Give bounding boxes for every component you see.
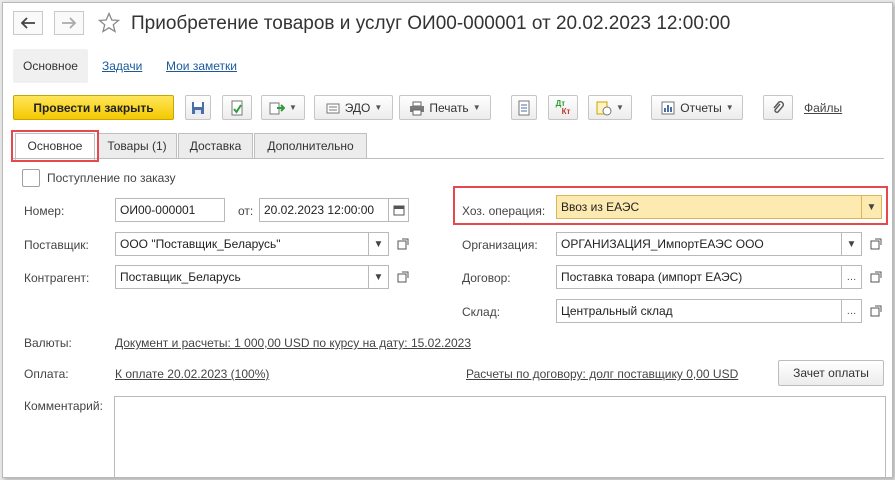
tab-divider (12, 158, 884, 159)
supplier-dropdown-button[interactable]: ▼ (369, 232, 389, 256)
post-and-close-button[interactable]: Провести и закрыть (13, 95, 174, 120)
number-label: Номер: (24, 204, 65, 218)
arrow-right-icon (62, 17, 77, 29)
save-icon (192, 101, 204, 114)
reports-button[interactable]: Отчеты ▼ (651, 95, 743, 120)
counterparty-field[interactable]: Поставщик_Беларусь (115, 265, 369, 289)
warehouse-open-button[interactable] (867, 302, 885, 320)
counterparty-label: Контрагент: (24, 271, 90, 285)
ellipsis-icon: … (846, 271, 857, 283)
edo-label: ЭДО (344, 100, 371, 115)
number-field[interactable]: ОИ00-000001 (115, 198, 225, 222)
tab-notes[interactable]: Мои заметки (166, 49, 237, 83)
date-field[interactable]: 20.02.2023 12:00:00 (259, 198, 389, 222)
supplier-label: Поставщик: (24, 238, 89, 252)
open-icon (870, 271, 882, 283)
attach-button[interactable] (763, 95, 793, 120)
organization-open-button[interactable] (867, 235, 885, 253)
counterparty-dropdown-button[interactable]: ▼ (369, 265, 389, 289)
reports-icon (661, 101, 675, 114)
organization-field[interactable]: ОРГАНИЗАЦИЯ_ИмпортЕАЭС ООО (556, 232, 842, 256)
open-icon (397, 238, 409, 250)
kt-label: Кт (561, 106, 571, 116)
dt-kt-button[interactable]: Дт Кт (548, 95, 578, 120)
form-tab-additional[interactable]: Дополнительно (254, 133, 367, 159)
list-icon (518, 100, 530, 115)
calendar-icon (393, 205, 404, 216)
payment-link[interactable]: К оплате 20.02.2023 (100%) (115, 367, 269, 381)
annotation-highlight-tab (11, 130, 99, 162)
document-list-button[interactable] (511, 95, 537, 120)
structure-button[interactable]: ▼ (588, 95, 632, 120)
star-icon[interactable] (98, 12, 120, 34)
open-icon (397, 271, 409, 283)
printer-icon (410, 101, 425, 115)
edo-button[interactable]: ЭДО ▼ (314, 95, 393, 120)
triangle-down-icon: ▼ (373, 271, 384, 283)
back-button[interactable] (13, 11, 43, 35)
chevron-down-icon: ▼ (725, 103, 734, 112)
post-and-close-label: Провести и закрыть (33, 100, 154, 115)
create-based-on-button[interactable]: ▼ (261, 95, 305, 120)
chevron-down-icon: ▼ (289, 103, 297, 112)
paperclip-icon (773, 100, 784, 113)
page-title: Приобретение товаров и услуг ОИ00-000001… (131, 13, 731, 34)
document-structure-icon (596, 101, 612, 115)
print-button[interactable]: Печать ▼ (399, 95, 491, 120)
currency-link[interactable]: Документ и расчеты: 1 000,00 USD по курс… (115, 336, 471, 350)
save-button[interactable] (185, 95, 211, 120)
form-tab-goods[interactable]: Товары (1) (97, 133, 177, 159)
by-order-label: Поступление по заказу (47, 171, 176, 185)
comment-label: Комментарий: (24, 399, 103, 413)
arrow-left-icon (20, 17, 35, 29)
comment-field[interactable] (114, 396, 886, 477)
open-icon (870, 238, 882, 250)
offset-payment-button[interactable]: Зачет оплаты (778, 360, 884, 386)
date-label: от: (238, 204, 254, 218)
triangle-down-icon: ▼ (373, 238, 384, 250)
contract-open-button[interactable] (867, 268, 885, 286)
contract-field[interactable]: Поставка товара (импорт ЕАЭС) (556, 265, 842, 289)
edo-icon (326, 103, 340, 113)
forward-button[interactable] (54, 11, 84, 35)
ellipsis-icon: … (846, 305, 857, 317)
post-button[interactable] (222, 95, 252, 120)
contract-select-button[interactable]: … (842, 265, 862, 289)
organization-dropdown-button[interactable]: ▼ (842, 232, 862, 256)
annotation-highlight-operation (453, 186, 888, 225)
supplier-open-button[interactable] (394, 235, 412, 253)
tab-main[interactable]: Основное (13, 49, 88, 83)
organization-label: Организация: (462, 238, 538, 252)
supplier-field[interactable]: ООО "Поставщик_Беларусь" (115, 232, 369, 256)
warehouse-field[interactable]: Центральный склад (556, 299, 842, 323)
tab-tasks[interactable]: Задачи (102, 49, 142, 83)
by-order-checkbox[interactable] (22, 169, 40, 187)
settlement-link[interactable]: Расчеты по договору: долг поставщику 0,0… (466, 367, 738, 381)
calendar-button[interactable] (389, 198, 409, 222)
chevron-down-icon: ▼ (374, 103, 383, 112)
currency-label: Валюты: (24, 336, 72, 350)
chevron-down-icon: ▼ (472, 103, 481, 112)
warehouse-select-button[interactable]: … (842, 299, 862, 323)
files-link[interactable]: Файлы (804, 101, 842, 115)
dt-kt-icon: Дт Кт (556, 99, 571, 116)
document-window: Приобретение товаров и услуг ОИ00-000001… (2, 2, 893, 478)
form-tab-delivery[interactable]: Доставка (178, 133, 253, 159)
post-document-icon (231, 100, 243, 115)
contract-label: Договор: (462, 271, 511, 285)
open-icon (870, 305, 882, 317)
chevron-down-icon: ▼ (616, 103, 624, 112)
counterparty-open-button[interactable] (394, 268, 412, 286)
print-label: Печать (429, 100, 469, 115)
warehouse-label: Склад: (462, 305, 501, 319)
payment-label: Оплата: (24, 367, 69, 381)
create-based-icon (269, 102, 286, 114)
triangle-down-icon: ▼ (846, 238, 857, 250)
reports-label: Отчеты (680, 100, 722, 115)
